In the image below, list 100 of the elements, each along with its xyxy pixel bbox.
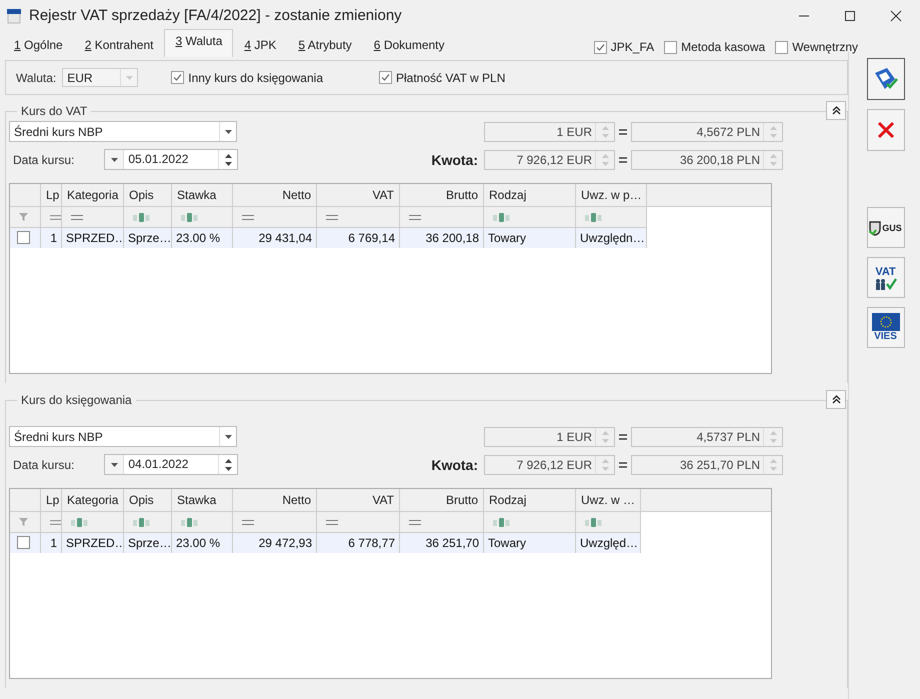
checkbox-label[interactable]: Wewnętrzny [792,40,858,54]
equals-filter-icon[interactable] [326,214,338,220]
equals-filter-icon[interactable] [242,214,254,220]
column-header[interactable]: Brutto [400,184,484,206]
amount-label: Kwota: [430,456,479,472]
collapse-button[interactable] [826,101,846,120]
amount-field[interactable]: 1 EUR [484,426,615,446]
column-header[interactable]: Lp [41,489,62,511]
text-filter-icon[interactable] [493,518,510,526]
text-filter-icon[interactable] [493,212,510,222]
text-filter-icon[interactable] [133,518,150,526]
caret-down-icon[interactable] [110,462,118,466]
spinner-arrows-icon[interactable] [224,458,232,472]
caret-down-icon[interactable] [110,158,118,162]
equals-filter-icon[interactable] [50,520,61,524]
column-header[interactable]: VAT [317,184,400,206]
equals-filter-icon[interactable] [409,214,421,220]
column-header[interactable]: Uwz. w … [576,489,641,511]
checkbox[interactable] [775,40,788,54]
save-button[interactable] [866,58,904,100]
maximize-icon[interactable] [844,10,856,22]
floppy-check-icon[interactable] [872,67,898,91]
amount-field[interactable]: 36 251,70 PLN [631,454,783,474]
x-mark-icon[interactable] [876,120,896,140]
tab[interactable]: 2 Kontrahent [74,32,164,57]
text-filter-icon[interactable] [133,212,150,222]
cancel-button[interactable] [866,109,904,151]
amount-label: Kwota: [430,152,479,168]
text-filter-icon[interactable] [585,212,602,222]
close-icon[interactable] [890,10,902,22]
people-check-icon[interactable] [874,278,898,290]
amount-field[interactable]: 7 926,12 EUR [484,150,615,170]
equals-filter-icon[interactable] [326,520,338,524]
spinner-arrows-icon[interactable] [224,152,232,166]
equals-filter-icon[interactable] [50,214,61,220]
caret-down-icon[interactable] [224,130,232,134]
checkbox[interactable] [171,71,184,84]
rate-type-dropdown[interactable]: Średni kurs NBP [9,426,237,447]
text-filter-icon[interactable] [71,518,88,526]
rate-type-dropdown[interactable]: Średni kurs NBP [9,121,237,142]
column-header[interactable]: Kategoria [62,489,124,511]
amount-field[interactable]: 7 926,12 EUR [484,454,615,474]
amount-field[interactable]: 36 200,18 PLN [631,150,783,170]
vies-button[interactable]: VIES [866,307,904,348]
tab[interactable]: 4 JPK [233,32,288,57]
text-filter-icon[interactable] [181,518,198,526]
caret-down-icon[interactable] [224,434,232,438]
equals-filter-icon[interactable] [71,214,83,220]
column-header[interactable]: Uwz. w p… [576,184,647,206]
row-checkbox[interactable] [17,536,30,549]
amount-field[interactable]: 4,5672 PLN [631,122,783,142]
column-header[interactable]: Netto [233,184,317,206]
equals-icon [619,462,627,468]
tab[interactable]: 6 Dokumenty [362,32,456,57]
currency-dropdown[interactable]: EUR [62,68,138,87]
eu-flag-icon[interactable] [872,313,900,331]
checkbox[interactable] [664,40,678,54]
collapse-button[interactable] [826,390,846,409]
tab[interactable]: 1 Ogólne [3,32,74,57]
equals-filter-icon[interactable] [242,520,254,524]
column-header[interactable]: Rodzaj [484,184,576,206]
checkbox-label[interactable]: Metoda kasowa [681,40,766,54]
double-chevron-up-icon[interactable] [832,395,840,404]
column-header[interactable]: Opis [124,184,172,206]
table-cell: 23.00 % [172,228,233,248]
gus-button[interactable]: GUS [866,207,904,248]
filter-icon[interactable] [19,213,28,221]
text-filter-icon[interactable] [585,518,602,526]
text-filter-icon[interactable] [181,212,198,222]
checkbox-label[interactable]: Płatność VAT w PLN [396,70,506,84]
column-header[interactable]: Netto [233,489,317,511]
double-chevron-up-icon[interactable] [832,106,840,115]
equals-icon [619,434,627,440]
column-header[interactable]: Stawka [172,489,233,511]
column-header[interactable]: VAT [317,489,400,511]
checkbox-label[interactable]: JPK_FA [610,40,654,54]
column-header[interactable]: Brutto [400,489,484,511]
column-header[interactable]: Lp [41,184,62,206]
window-title: Rejestr VAT sprzedaży [FA/4/2022] - zostanie zmieniony [29,7,402,24]
amount-field[interactable]: 1 EUR [484,122,615,142]
column-header[interactable]: Kategoria [62,184,124,206]
amount-field[interactable]: 4,5737 PLN [631,426,783,446]
checkbox-label[interactable]: Inny kurs do księgowania [188,70,323,84]
shield-check-icon[interactable] [869,220,882,236]
checkbox[interactable] [379,71,392,84]
filter-icon[interactable] [19,518,28,526]
table-cell: SPRZED… [62,228,124,248]
vat-check-button[interactable]: VAT [866,257,904,298]
tab[interactable]: 3 Waluta [164,29,234,57]
column-header[interactable]: Rodzaj [484,489,576,511]
row-checkbox[interactable] [17,231,30,244]
date-field[interactable]: 05.01.2022 [104,149,238,170]
tab[interactable]: 5 Atrybuty [287,32,363,57]
equals-filter-icon[interactable] [409,520,421,524]
column-header[interactable]: Opis [124,489,172,511]
checkbox[interactable] [594,40,607,54]
date-field[interactable]: 04.01.2022 [104,454,238,475]
table-cell: Towary [484,228,576,248]
column-header[interactable]: Stawka [172,184,233,206]
date-label: Data kursu: [13,152,74,166]
